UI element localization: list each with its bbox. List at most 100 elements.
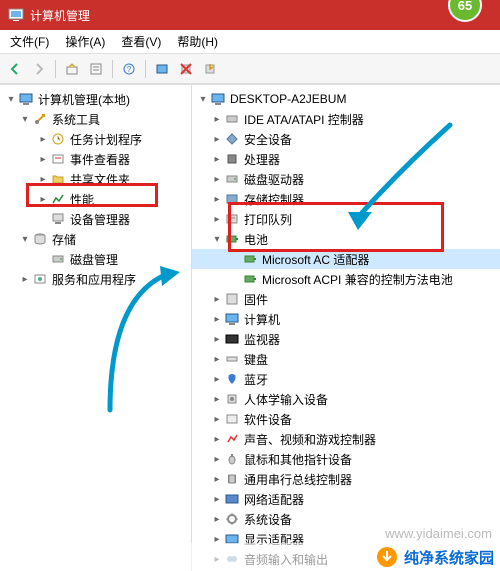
expand-icon[interactable]: ▸ [210, 154, 224, 165]
tree-label: 人体学输入设备 [244, 391, 328, 408]
device-item[interactable]: ▸ 键盘 [192, 349, 500, 369]
device-item[interactable]: ▸磁盘驱动器 [192, 169, 500, 189]
device-acpi-battery[interactable]: Microsoft ACPI 兼容的控制方法电池 [192, 269, 500, 289]
tree-label: 固件 [244, 291, 268, 308]
toolbar-separator [55, 60, 56, 78]
update-button[interactable] [199, 58, 221, 80]
device-root[interactable]: ▾ DESKTOP-A2JEBUM [192, 89, 500, 109]
device-item[interactable]: ▸蓝牙 [192, 369, 500, 389]
expand-icon[interactable]: ▸ [210, 134, 224, 145]
tree-label: 计算机管理(本地) [38, 91, 130, 108]
help-button[interactable]: ? [118, 58, 140, 80]
tree-storage[interactable]: ▾ 存储 [0, 229, 191, 249]
device-item[interactable]: ▸ 软件设备 [192, 409, 500, 429]
tree-label: 软件设备 [244, 411, 292, 428]
expand-icon[interactable]: ▸ [210, 374, 224, 385]
expand-icon[interactable]: ▸ [210, 414, 224, 425]
device-icon [224, 291, 240, 307]
properties-button[interactable] [85, 58, 107, 80]
expand-icon[interactable]: ▸ [210, 354, 224, 365]
expand-icon[interactable]: ▸ [210, 454, 224, 465]
tree-device-manager[interactable]: 设备管理器 [0, 209, 191, 229]
tree-task-scheduler[interactable]: ▸ 任务计划程序 [0, 129, 191, 149]
left-tree: ▾ 计算机管理(本地) ▾ 系统工具 ▸ 任务计划程序 ▸ 事件查看器 ▸ 共享… [0, 85, 192, 571]
menu-file[interactable]: 文件(F) [4, 31, 55, 52]
menu-view[interactable]: 查看(V) [115, 31, 167, 52]
tree-shared-folders[interactable]: ▸ 共享文件夹 [0, 169, 191, 189]
expand-icon[interactable]: ▸ [210, 294, 224, 305]
device-item[interactable]: ▸ 固件 [192, 289, 500, 309]
disk-icon [50, 251, 66, 267]
device-item[interactable]: ▸ 存储控制器 [192, 189, 500, 209]
menu-bar: 文件(F) 操作(A) 查看(V) 帮助(H) [0, 30, 500, 54]
expand-icon[interactable]: ▸ [36, 154, 50, 165]
menu-action[interactable]: 操作(A) [59, 31, 111, 52]
expand-icon[interactable]: ▾ [4, 94, 18, 105]
up-button[interactable] [61, 58, 83, 80]
device-item[interactable]: ▸ 处理器 [192, 149, 500, 169]
toolbar: ? [0, 54, 500, 84]
tree-label: 共享文件夹 [70, 171, 130, 188]
computer-icon [18, 91, 34, 107]
expand-icon[interactable]: ▸ [210, 494, 224, 505]
uninstall-button[interactable] [175, 58, 197, 80]
title-bar: 计算机管理 65 [0, 0, 500, 30]
device-ac-adapter[interactable]: Microsoft AC 适配器 [192, 249, 500, 269]
tree-system-tools[interactable]: ▾ 系统工具 [0, 109, 191, 129]
tree-label: 存储控制器 [244, 191, 304, 208]
tree-label: 存储 [52, 231, 76, 248]
expand-icon[interactable]: ▸ [210, 434, 224, 445]
device-item[interactable]: ▸打印队列 [192, 209, 500, 229]
device-battery[interactable]: ▾ 电池 [192, 229, 500, 249]
tree-label: 鼠标和其他指针设备 [244, 451, 352, 468]
services-icon [32, 271, 48, 287]
device-icon [224, 351, 240, 367]
back-button[interactable] [4, 58, 26, 80]
tree-label: 网络适配器 [244, 491, 304, 508]
device-item[interactable]: ▸ 人体学输入设备 [192, 389, 500, 409]
tree-performance[interactable]: ▸ 性能 [0, 189, 191, 209]
device-item[interactable]: ▸安全设备 [192, 129, 500, 149]
tree-event-viewer[interactable]: ▸ 事件查看器 [0, 149, 191, 169]
device-item[interactable]: ▸ 网络适配器 [192, 489, 500, 509]
expand-icon[interactable]: ▾ [210, 234, 224, 245]
watermark-text: www.yidaimei.com [385, 526, 492, 541]
expand-icon[interactable]: ▸ [36, 174, 50, 185]
scan-button[interactable] [151, 58, 173, 80]
expand-icon[interactable]: ▸ [210, 314, 224, 325]
tree-label: 键盘 [244, 351, 268, 368]
expand-icon[interactable]: ▸ [210, 114, 224, 125]
tree-label: 处理器 [244, 151, 280, 168]
expand-icon[interactable]: ▾ [18, 114, 32, 125]
device-item[interactable]: ▸IDE ATA/ATAPI 控制器 [192, 109, 500, 129]
device-item[interactable]: ▸通用串行总线控制器 [192, 469, 500, 489]
device-item[interactable]: ▸计算机 [192, 309, 500, 329]
device-icon [224, 491, 240, 507]
tree-label: 性能 [70, 191, 94, 208]
expand-icon[interactable]: ▸ [210, 194, 224, 205]
device-item[interactable]: ▸监视器 [192, 329, 500, 349]
menu-help[interactable]: 帮助(H) [171, 31, 224, 52]
tree-services-apps[interactable]: ▸ 服务和应用程序 [0, 269, 191, 289]
expand-icon[interactable]: ▸ [210, 174, 224, 185]
expand-icon[interactable]: ▸ [210, 334, 224, 345]
notification-badge: 65 [448, 0, 482, 22]
forward-button[interactable] [28, 58, 50, 80]
expand-icon[interactable]: ▸ [18, 274, 32, 285]
expand-icon[interactable]: ▸ [36, 134, 50, 145]
expand-icon[interactable]: ▸ [36, 194, 50, 205]
device-item[interactable]: ▸ 鼠标和其他指针设备 [192, 449, 500, 469]
tree-label: 系统设备 [244, 511, 292, 528]
expand-icon[interactable]: ▾ [196, 94, 210, 105]
device-item[interactable]: ▸声音、视频和游戏控制器 [192, 429, 500, 449]
svg-text:?: ? [127, 65, 132, 74]
expand-icon[interactable]: ▸ [210, 474, 224, 485]
device-icon [224, 211, 240, 227]
tree-disk-management[interactable]: 磁盘管理 [0, 249, 191, 269]
expand-icon[interactable]: ▾ [18, 234, 32, 245]
expand-icon[interactable]: ▸ [210, 394, 224, 405]
tree-root-computer-management[interactable]: ▾ 计算机管理(本地) [0, 89, 191, 109]
expand-icon[interactable]: ▸ [210, 514, 224, 525]
expand-icon[interactable]: ▸ [210, 214, 224, 225]
device-icon [224, 151, 240, 167]
